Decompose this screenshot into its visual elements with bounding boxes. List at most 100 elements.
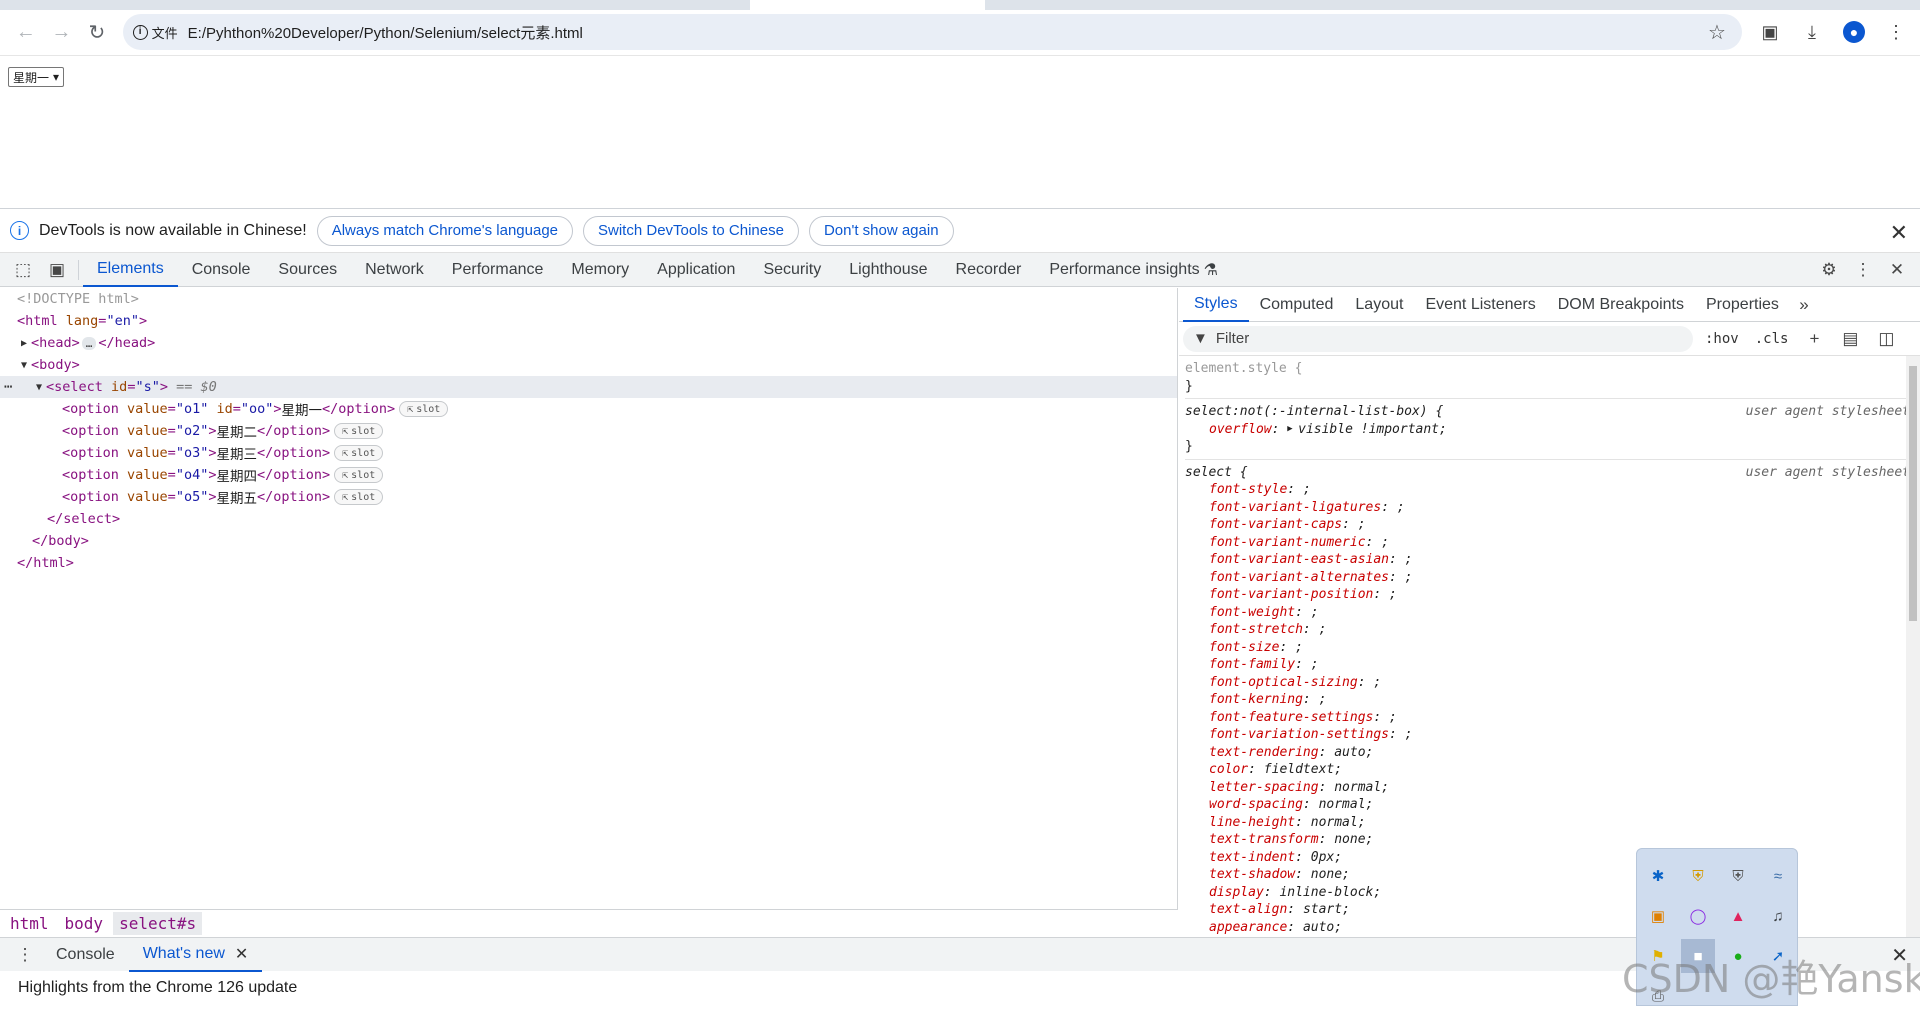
reload-icon[interactable]: ↻ xyxy=(79,14,115,50)
forward-arrow-icon[interactable]: → xyxy=(44,14,80,50)
dom-html-close[interactable]: </html> xyxy=(0,552,1177,574)
breadcrumb-body[interactable]: body xyxy=(59,912,110,935)
style-declaration[interactable]: text-shadow: none; xyxy=(1185,866,1920,884)
dom-head[interactable]: ▶ <head>… </head> xyxy=(0,332,1177,354)
dom-body-open[interactable]: ▼ <body> xyxy=(0,354,1177,376)
weekday-select[interactable]: 星期一 ▾ xyxy=(8,67,65,87)
tab-memory[interactable]: Memory xyxy=(557,253,643,287)
tab-styles[interactable]: Styles xyxy=(1183,288,1249,322)
style-declaration[interactable]: text-transform: none; xyxy=(1185,831,1920,849)
style-declaration[interactable]: text-rendering: auto; xyxy=(1185,744,1920,762)
toggle-sidebar-icon[interactable]: ◫ xyxy=(1872,325,1900,353)
input-method-icon[interactable]: ◯ xyxy=(1678,896,1718,936)
row-actions-ellipsis-icon[interactable]: ⋯ xyxy=(4,379,12,395)
new-style-rule-plus-icon[interactable]: + xyxy=(1800,325,1828,353)
collapse-triangle-icon[interactable]: ▼ xyxy=(17,360,31,371)
ellipsis-icon[interactable]: … xyxy=(81,336,97,350)
style-declaration[interactable]: word-spacing: normal; xyxy=(1185,796,1920,814)
slot-badge[interactable]: ⇱ slot xyxy=(334,423,384,439)
address-bar[interactable]: i 文件 E:/Pyhthon%20Developer/Python/Selen… xyxy=(122,14,1743,50)
tab-sources[interactable]: Sources xyxy=(264,253,351,287)
style-declaration[interactable]: font-stretch: ; xyxy=(1185,621,1920,639)
volume-muted-icon[interactable]: ♫ xyxy=(1758,896,1798,936)
bookmark-star-icon[interactable]: ☆ xyxy=(1702,17,1732,47)
styles-filter-input[interactable]: ▼ Filter xyxy=(1183,325,1693,352)
style-declaration[interactable]: font-variant-caps: ; xyxy=(1185,516,1920,534)
style-declaration[interactable]: display: inline-block; xyxy=(1185,884,1920,902)
extensions-puzzle-icon[interactable]: ▣ xyxy=(1754,16,1786,48)
expand-triangle-icon[interactable]: ▶ xyxy=(1287,424,1298,434)
scrollbar-thumb[interactable] xyxy=(1909,366,1917,621)
style-declaration[interactable]: text-indent: 0px; xyxy=(1185,849,1920,867)
settings-gear-icon[interactable]: ⚙ xyxy=(1812,253,1846,287)
style-declaration[interactable]: font-feature-settings: ; xyxy=(1185,709,1920,727)
dom-select-close[interactable]: </select> xyxy=(0,508,1177,530)
bluetooth-icon[interactable]: ✱ xyxy=(1638,856,1678,896)
match-language-button[interactable]: Always match Chrome's language xyxy=(316,215,574,246)
style-declaration[interactable]: font-family: ; xyxy=(1185,656,1920,674)
style-declaration[interactable]: letter-spacing: normal; xyxy=(1185,779,1920,797)
slot-badge[interactable]: ⇱ slot xyxy=(334,489,384,505)
device-toolbar-icon[interactable]: ▣ xyxy=(40,253,74,287)
dom-option-2[interactable]: <option value = "o2" > 星期二 </option> ⇱ slot xyxy=(0,420,1177,442)
hov-toggle[interactable]: :hov xyxy=(1701,331,1743,347)
drawer-tab-console[interactable]: Console xyxy=(42,938,129,972)
tab-elements[interactable]: Elements xyxy=(83,253,178,287)
cls-toggle[interactable]: .cls xyxy=(1751,331,1793,347)
rule-selector[interactable]: element.style { xyxy=(1185,361,1302,376)
tab-layout[interactable]: Layout xyxy=(1344,288,1414,322)
close-icon[interactable]: ✕ xyxy=(1890,220,1908,246)
style-declaration[interactable]: font-variant-alternates: ; xyxy=(1185,569,1920,587)
style-declaration[interactable]: appearance: auto; xyxy=(1185,919,1920,937)
messaging-app-icon[interactable]: ▲ xyxy=(1718,896,1758,936)
style-declaration[interactable]: font-size: ; xyxy=(1185,639,1920,657)
tab-console[interactable]: Console xyxy=(178,253,265,287)
rendering-emulation-paint-icon[interactable]: ▤ xyxy=(1836,325,1864,353)
tab-performance[interactable]: Performance xyxy=(438,253,558,287)
tab-properties[interactable]: Properties xyxy=(1695,288,1790,322)
back-arrow-icon[interactable]: ← xyxy=(8,14,44,50)
more-vert-icon[interactable]: ⋮ xyxy=(1880,16,1912,48)
tab-security[interactable]: Security xyxy=(749,253,835,287)
dom-option-1[interactable]: <option value = "o1" id = "oo" > 星期一 </option> ⇱… xyxy=(0,398,1177,420)
rule-selector[interactable]: select:not(:-internal-list-box) { xyxy=(1185,404,1443,419)
download-icon[interactable]: ⤓ xyxy=(1796,16,1828,48)
style-declaration[interactable]: font-style: ; xyxy=(1185,481,1920,499)
active-tab[interactable] xyxy=(750,0,985,10)
close-devtools-icon[interactable]: ✕ xyxy=(1880,253,1914,287)
dom-doctype[interactable]: <!DOCTYPE html> xyxy=(0,288,1177,310)
app-tray-icon[interactable]: ▣ xyxy=(1638,896,1678,936)
tab-recorder[interactable]: Recorder xyxy=(942,253,1036,287)
style-declaration[interactable]: overflow: ▶ visible !important; xyxy=(1185,421,1920,439)
drawer-tab-whats-new[interactable]: What's new ✕ xyxy=(128,938,263,972)
defender-shield-icon[interactable]: ⛨ xyxy=(1718,856,1758,896)
more-tabs-chevron-icon[interactable]: » xyxy=(1790,291,1818,319)
dont-show-again-button[interactable]: Don't show again xyxy=(808,215,954,246)
tab-network[interactable]: Network xyxy=(351,253,438,287)
network-icon[interactable]: ≈ xyxy=(1758,856,1798,896)
slot-badge[interactable]: ⇱ slot xyxy=(399,401,449,417)
style-declaration[interactable]: line-height: normal; xyxy=(1185,814,1920,832)
style-declaration[interactable]: font-optical-sizing: ; xyxy=(1185,674,1920,692)
dom-body-close[interactable]: </body> xyxy=(0,530,1177,552)
collapse-triangle-icon[interactable]: ▼ xyxy=(32,382,46,393)
profile-icon[interactable]: ● xyxy=(1838,16,1870,48)
tab-lighthouse[interactable]: Lighthouse xyxy=(835,253,941,287)
drawer-menu-icon[interactable]: ⋮ xyxy=(8,938,42,972)
switch-to-chinese-button[interactable]: Switch DevTools to Chinese xyxy=(583,215,799,246)
tab-application[interactable]: Application xyxy=(643,253,749,287)
expand-triangle-icon[interactable]: ▶ xyxy=(17,338,31,349)
slot-badge[interactable]: ⇱ slot xyxy=(334,445,384,461)
dom-select-selected[interactable]: ⋯ ▼ <select id = "s" > == $0 xyxy=(0,376,1177,398)
style-declaration[interactable]: font-variation-settings: ; xyxy=(1185,726,1920,744)
style-declaration[interactable]: text-align: start; xyxy=(1185,901,1920,919)
security-shield-icon[interactable]: ⛨ xyxy=(1678,856,1718,896)
inspect-element-icon[interactable]: ⬚ xyxy=(6,253,40,287)
dom-html-open[interactable]: <html lang = "en" > xyxy=(0,310,1177,332)
slot-badge[interactable]: ⇱ slot xyxy=(334,467,384,483)
style-declaration[interactable]: font-variant-position: ; xyxy=(1185,586,1920,604)
site-info-chip[interactable]: i 文件 xyxy=(132,23,188,42)
style-declaration[interactable]: font-variant-numeric: ; xyxy=(1185,534,1920,552)
tab-event-listeners[interactable]: Event Listeners xyxy=(1414,288,1546,322)
tab-dom-breakpoints[interactable]: DOM Breakpoints xyxy=(1547,288,1695,322)
